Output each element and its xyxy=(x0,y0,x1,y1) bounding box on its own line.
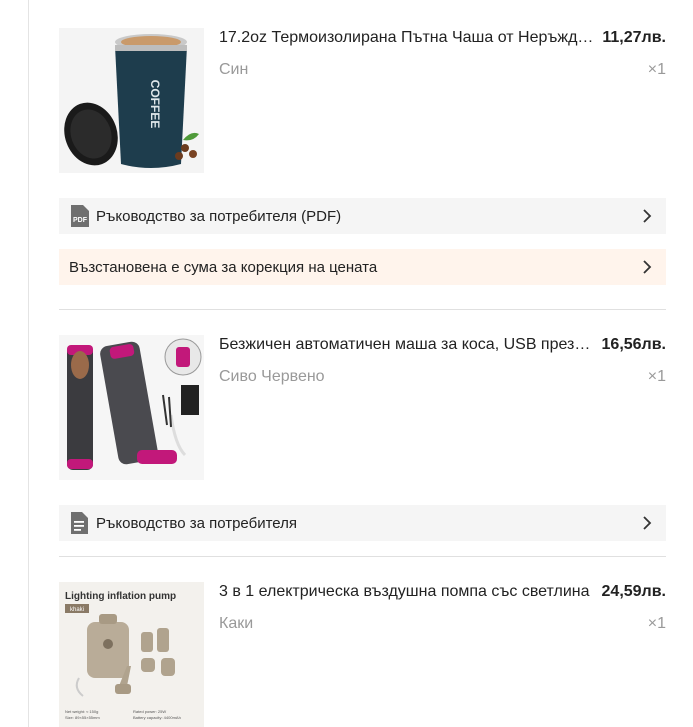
chevron-right-icon xyxy=(643,209,652,223)
order-item-hair-curler[interactable]: Безжичен автоматичен маша за коса, USB п… xyxy=(59,335,666,480)
product-price: 16,56лв. xyxy=(601,336,666,353)
product-quantity: ×1 xyxy=(647,61,666,78)
product-quantity: ×1 xyxy=(647,368,666,385)
order-item-inflation-pump[interactable]: Lighting inflation pump khaki Net weight… xyxy=(59,582,666,727)
pump-spec-weight: Net weight: ≈ 150g xyxy=(65,709,98,714)
product-image-inflation-pump[interactable]: Lighting inflation pump khaki Net weight… xyxy=(59,582,204,727)
product-title[interactable]: 3 в 1 електрическа въздушна помпа със св… xyxy=(219,582,599,602)
pump-spec-power: Rated power: 25W xyxy=(133,709,166,714)
document-icon xyxy=(68,512,90,534)
chevron-right-icon xyxy=(643,260,652,274)
product-price: 11,27лв. xyxy=(602,29,666,46)
product-variant: Син xyxy=(219,61,249,78)
price-adjustment-refund-row[interactable]: Възстановена е сума за корекция на ценат… xyxy=(59,249,666,285)
order-item-tumbler[interactable]: COFFEE 17.2oz Термоизолирана Пътна Чаша … xyxy=(59,28,666,173)
pump-spec-battery: Battery capacity: 4400mAh xyxy=(133,715,181,720)
product-title[interactable]: Безжичен автоматичен маша за коса, USB п… xyxy=(219,335,599,355)
user-manual-label: Ръководство за потребителя xyxy=(96,514,297,532)
pdf-icon: PDF xyxy=(68,205,90,227)
user-manual-row[interactable]: Ръководство за потребителя xyxy=(59,505,666,541)
item-divider xyxy=(59,309,666,310)
chevron-right-icon xyxy=(643,516,652,530)
product-price: 24,59лв. xyxy=(601,583,666,600)
tumbler-logo-text: COFFEE xyxy=(148,80,162,129)
pump-image-heading: Lighting inflation pump xyxy=(65,591,176,602)
user-manual-pdf-row[interactable]: PDF Ръководство за потребителя (PDF) xyxy=(59,198,666,234)
price-adjustment-refund-label: Възстановена е сума за корекция на ценат… xyxy=(69,258,378,276)
product-image-hair-curler[interactable] xyxy=(59,335,204,480)
product-variant: Сиво Червено xyxy=(219,368,325,385)
left-border xyxy=(28,0,29,727)
product-title[interactable]: 17.2oz Термоизолирана Пътна Чаша от Неръ… xyxy=(219,28,599,48)
product-image-tumbler[interactable]: COFFEE xyxy=(59,28,204,173)
item-divider xyxy=(59,556,666,557)
product-variant: Каки xyxy=(219,615,254,632)
pump-spec-size: Size: 89×55×55mm xyxy=(65,715,100,720)
product-quantity: ×1 xyxy=(647,615,666,632)
pump-image-tag: khaki xyxy=(70,607,84,613)
user-manual-pdf-label: Ръководство за потребителя (PDF) xyxy=(96,207,342,225)
svg-text:PDF: PDF xyxy=(73,217,88,224)
